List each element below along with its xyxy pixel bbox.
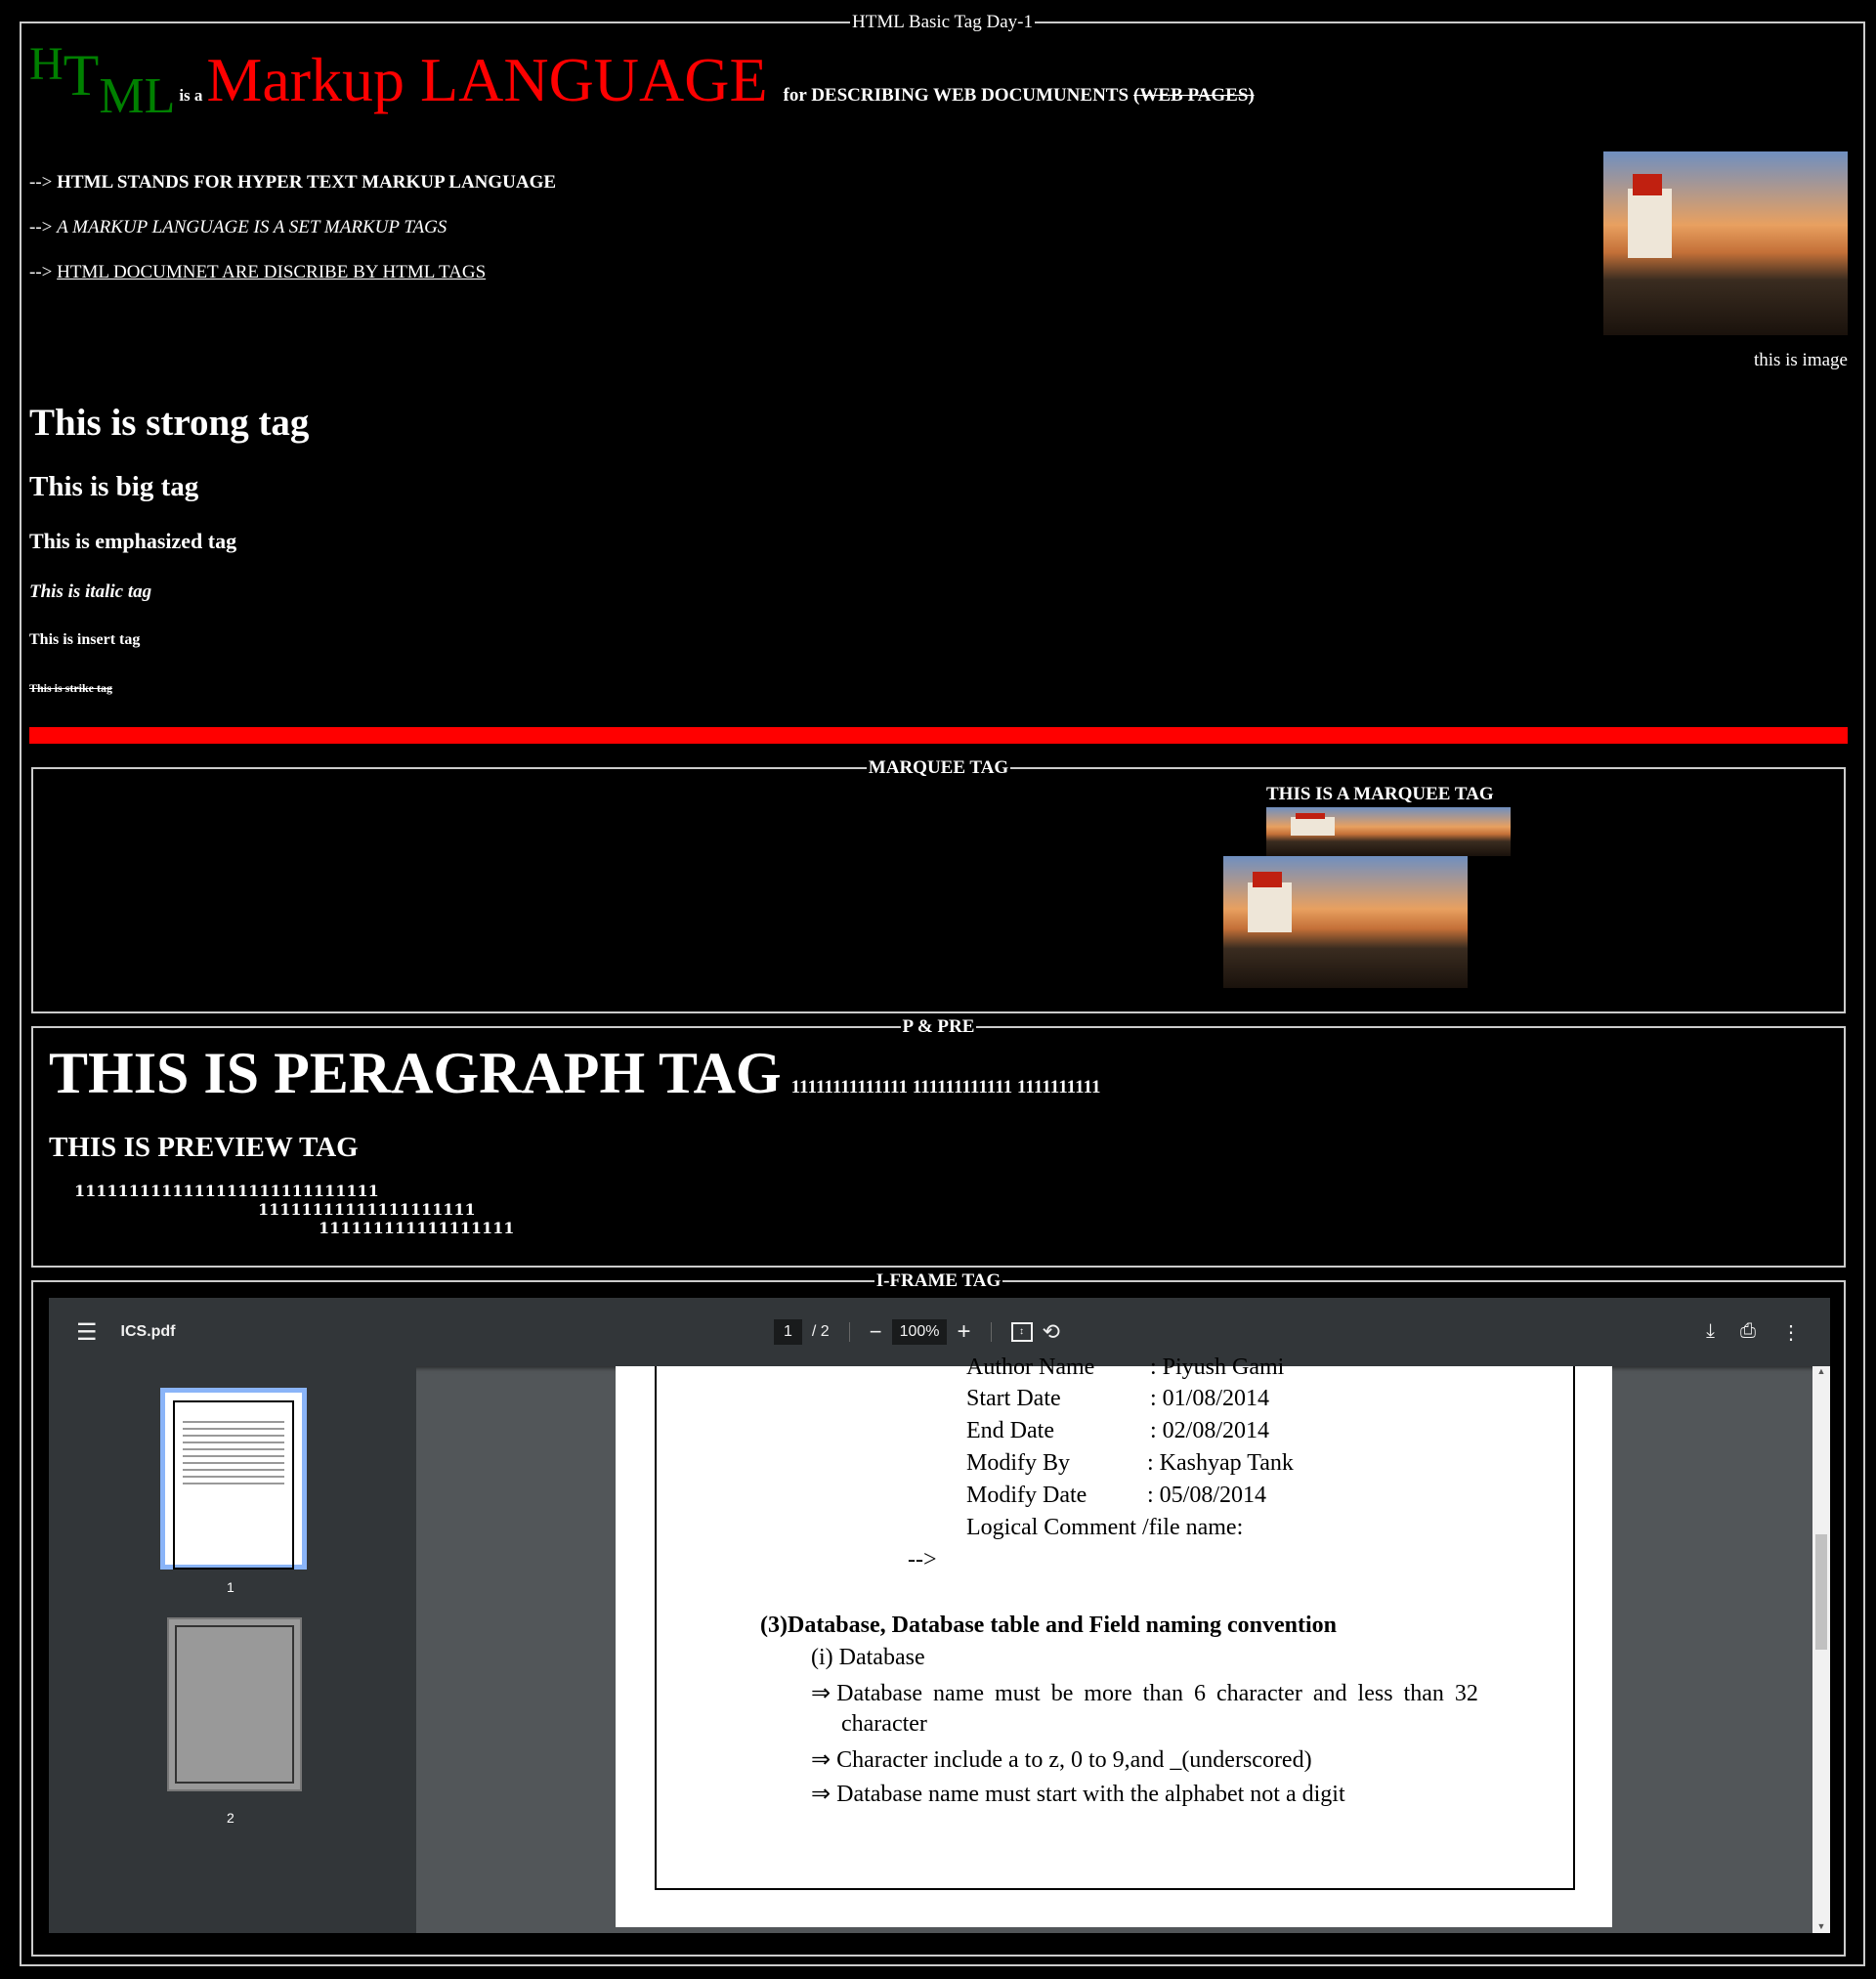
paragraph-text: THIS IS PERAGRAPH TAG [49, 1041, 782, 1105]
scrollbar[interactable]: ▲ ▼ [1812, 1366, 1830, 1933]
doc-bullet: Database name must be more than 6 charac… [836, 1681, 1478, 1706]
zoom-in-icon[interactable]: + [957, 1318, 970, 1346]
pre-line: 111111111111111111 [319, 1219, 515, 1237]
divider [848, 1322, 850, 1342]
doc-bullet: Database name must start with the alphab… [836, 1782, 1345, 1807]
thumbnail-sidebar: 1 2 [49, 1366, 416, 1933]
insert-tag: This is insert tag [29, 631, 141, 648]
divider [990, 1322, 992, 1342]
doc-value: : 05/08/2014 [1147, 1483, 1267, 1508]
print-icon[interactable]: ⎙ [1740, 1320, 1756, 1345]
marquee-image [1223, 856, 1468, 988]
image-caption: this is image [1753, 350, 1848, 370]
list-item: --> A MARKUP LANGUAGE IS A SET MARKUP TA… [29, 217, 447, 238]
doc-sub: (i) Database [811, 1645, 925, 1670]
arrow-icon: ⇒ [811, 1782, 831, 1807]
main-legend: HTML Basic Tag Day-1 [852, 12, 1033, 32]
marquee-text: THIS IS A MARQUEE TAG [1266, 784, 1494, 804]
strong-tag: This is strong tag [29, 402, 310, 444]
doc-value: : Kashyap Tank [1147, 1450, 1294, 1476]
rotate-icon[interactable]: ⟲ [1043, 1319, 1060, 1345]
doc-value: : 01/08/2014 [1150, 1386, 1270, 1411]
scrollbar-thumb[interactable] [1815, 1534, 1827, 1650]
doc-label: End Date [966, 1418, 1054, 1443]
zoom-out-icon[interactable]: − [870, 1319, 882, 1345]
doc-bullet: Character include a to z, 0 to 9,and _(u… [836, 1747, 1312, 1773]
doc-label: Modify Date [966, 1483, 1087, 1508]
heading-ml: ML [99, 68, 176, 124]
doc-value: : Piyush Gami [1150, 1355, 1285, 1380]
heading-is-a: is a [179, 86, 203, 105]
menu-icon[interactable]: ☰ [76, 1318, 98, 1347]
list-text: HTML STANDS FOR HYPER TEXT MARKUP LANGUA… [57, 172, 557, 193]
pre-line: 11111111111111111111 [258, 1200, 476, 1219]
fit-page-icon[interactable]: ↕ [1010, 1322, 1033, 1342]
scroll-down-icon[interactable]: ▼ [1812, 1921, 1830, 1931]
doc-label: Modify By [966, 1450, 1071, 1476]
doc-label: Start Date [966, 1386, 1061, 1411]
thumbnail-page-2[interactable] [167, 1617, 302, 1791]
download-icon[interactable]: ⤓ [1706, 1320, 1715, 1345]
paragraph-tag: THIS IS PERAGRAPH TAG 11111111111111 111… [49, 1040, 1101, 1107]
heading-markup: Markup LANGUAGE [206, 45, 768, 114]
pdf-toolbar: ☰ ICS.pdf 1 / 2 − 100% + ↕ ⟲ ⤓ ⎙ ⋮ [49, 1298, 1830, 1366]
heading-struck: (WEB PAGES) [1133, 85, 1255, 106]
thumbnail-page-1[interactable] [160, 1388, 307, 1570]
thumbnail-label: 1 [227, 1579, 234, 1595]
pdf-viewer[interactable]: ☰ ICS.pdf 1 / 2 − 100% + ↕ ⟲ ⤓ ⎙ ⋮ 1 2 A… [49, 1298, 1830, 1933]
arrow: --> [29, 172, 53, 193]
em-tag: This is emphasized tag [29, 529, 237, 553]
lighthouse-image [1603, 151, 1848, 335]
doc-bullet: character [841, 1711, 927, 1737]
heading-h: H [29, 38, 64, 90]
pre-line: 1111111111111111111111111111 [74, 1182, 379, 1200]
pdf-filename: ICS.pdf [120, 1323, 176, 1340]
doc-section: (3)Database, Database table and Field na… [760, 1613, 1338, 1638]
arrow-icon: ⇒ [811, 1681, 831, 1706]
list-text: A MARKUP LANGUAGE IS A SET MARKUP TAGS [57, 217, 448, 237]
zoom-level-input[interactable]: 100% [891, 1319, 948, 1345]
thumbnail-label: 2 [227, 1810, 234, 1826]
italic-tag: This is italic tag [29, 581, 152, 602]
doc-value: : 02/08/2014 [1150, 1418, 1270, 1443]
scroll-up-icon[interactable]: ▲ [1812, 1366, 1830, 1376]
more-options-icon[interactable]: ⋮ [1781, 1320, 1801, 1345]
heading-for: for DESCRIBING WEB DOCUMUNENTS [783, 85, 1130, 106]
list-item: --> HTML STANDS FOR HYPER TEXT MARKUP LA… [29, 172, 556, 194]
arrow: --> [29, 217, 53, 237]
page-heading: H T ML is a Markup LANGUAGE for DESCRIBI… [29, 38, 1255, 124]
marquee-legend: MARQUEE TAG [868, 757, 1009, 778]
list-text: HTML DOCUMNET ARE DISCRIBE BY HTML TAGS [57, 262, 487, 282]
doc-arrow: --> [908, 1547, 937, 1572]
marquee-image [1266, 807, 1511, 856]
page-total: / 2 [811, 1323, 830, 1340]
pre-heading: THIS IS PREVIEW TAG [49, 1132, 359, 1163]
page-number-input[interactable]: 1 [774, 1319, 802, 1345]
iframe-legend: I-FRAME TAG [875, 1270, 1002, 1291]
big-tag: This is big tag [29, 471, 199, 502]
arrow: --> [29, 262, 53, 282]
pdf-page: Author Name : Piyush Gami Start Date : 0… [616, 1355, 1612, 1927]
heading-t: T [63, 43, 100, 108]
marquee-fieldset: MARQUEE TAG [31, 757, 1846, 1013]
arrow-icon: ⇒ [811, 1747, 831, 1773]
paragraph-small: 11111111111111 111111111111 1111111111 [790, 1077, 1101, 1097]
red-divider [29, 727, 1848, 744]
p-pre-legend: P & PRE [902, 1016, 975, 1037]
strike-tag: This is strike tag [29, 681, 113, 695]
doc-label: Author Name [966, 1355, 1095, 1380]
list-item: --> HTML DOCUMNET ARE DISCRIBE BY HTML T… [29, 262, 486, 283]
doc-logical: Logical Comment /file name: [966, 1515, 1244, 1540]
